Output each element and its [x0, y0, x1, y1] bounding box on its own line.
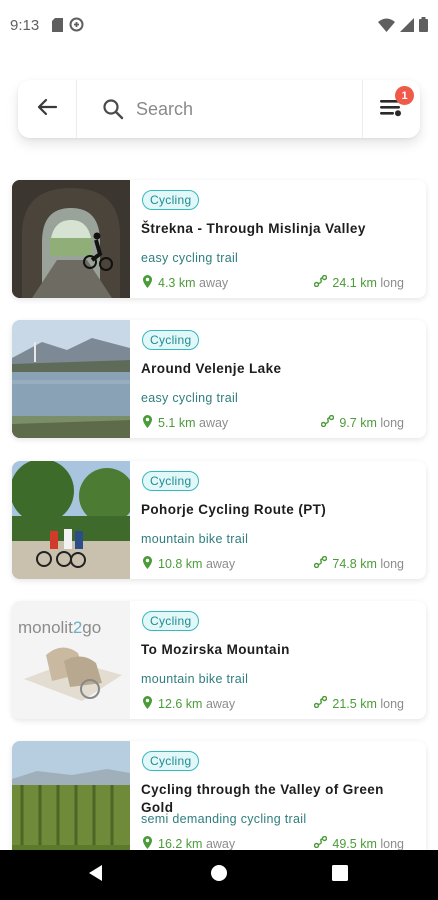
length-info: 49.5 km long [314, 835, 404, 851]
distance-value: 10.8 km [158, 557, 203, 571]
data-saver-icon [69, 17, 84, 37]
distance-value: 16.2 km [158, 837, 203, 851]
trail-photo [12, 741, 130, 859]
distance-value: 12.6 km [158, 697, 203, 711]
distance-info: 5.1 km away [143, 415, 228, 431]
distance-suffix: away [205, 557, 236, 571]
length-info: 9.7 km long [321, 414, 404, 430]
length-suffix: long [380, 836, 404, 851]
route-icon [314, 695, 328, 711]
arrow-back-icon [36, 96, 58, 123]
trail-photo [12, 180, 130, 298]
svg-text:monolit2go: monolit2go [18, 618, 101, 637]
trail-photo [12, 320, 130, 438]
search-icon [102, 98, 124, 125]
trail-type: easy cycling trail [141, 251, 239, 265]
length-suffix: long [380, 275, 404, 290]
triangle-back-icon [87, 864, 105, 887]
route-icon [314, 835, 328, 851]
distance-info: 10.8 km away [143, 556, 235, 572]
distance-suffix: away [205, 837, 236, 851]
location-pin-icon [143, 275, 152, 291]
filter-count-badge: 1 [395, 86, 414, 105]
length-value: 9.7 km [339, 415, 377, 430]
trail-title: Štrekna - Through Mislinja Valley [141, 221, 366, 236]
distance-info: 4.3 km away [143, 275, 228, 291]
route-icon [314, 274, 328, 290]
result-card[interactable]: Cycling Pohorje Cycling Route (PT) mount… [12, 461, 426, 579]
distance-value: 4.3 km [158, 276, 196, 290]
location-pin-icon [143, 696, 152, 712]
distance-suffix: away [205, 697, 236, 711]
length-value: 74.8 km [332, 556, 377, 571]
trail-type: semi demanding cycling trail [141, 812, 307, 826]
trail-type: mountain bike trail [141, 532, 249, 546]
distance-suffix: away [199, 276, 229, 290]
distance-value: 5.1 km [158, 416, 196, 430]
distance-info: 12.6 km away [143, 696, 235, 712]
length-info: 74.8 km long [314, 555, 404, 571]
route-icon [321, 414, 335, 430]
trail-photo [12, 461, 130, 579]
length-value: 24.1 km [332, 275, 377, 290]
nav-home-button[interactable] [189, 850, 249, 900]
length-suffix: long [380, 415, 404, 430]
search-bar: 1 [18, 80, 420, 138]
distance-suffix: away [199, 416, 229, 430]
category-chip: Cycling [142, 751, 200, 771]
back-button[interactable] [18, 80, 76, 138]
sd-card-icon [52, 17, 63, 37]
filter-button[interactable]: 1 [362, 80, 420, 138]
trail-title: Around Velenje Lake [141, 361, 282, 376]
category-chip: Cycling [142, 611, 200, 631]
length-value: 49.5 km [332, 836, 377, 851]
trail-title: To Mozirska Mountain [141, 642, 290, 657]
length-value: 21.5 km [332, 696, 377, 711]
category-chip: Cycling [142, 190, 200, 210]
length-suffix: long [380, 556, 404, 571]
battery-icon [419, 17, 428, 37]
route-icon [314, 555, 328, 571]
result-card[interactable]: Cycling Around Velenje Lake easy cycling… [12, 320, 426, 438]
search-input[interactable] [136, 94, 356, 124]
system-nav-bar [0, 850, 438, 900]
trail-photo: monolit2go [12, 601, 130, 719]
length-info: 24.1 km long [314, 274, 404, 290]
trail-type: easy cycling trail [141, 391, 239, 405]
status-time: 9:13 [10, 17, 40, 34]
signal-icon [400, 17, 414, 37]
nav-back-button[interactable] [66, 850, 126, 900]
location-pin-icon [143, 556, 152, 572]
category-chip: Cycling [142, 330, 200, 350]
wifi-icon [378, 18, 395, 37]
location-pin-icon [143, 415, 152, 431]
category-chip: Cycling [142, 471, 200, 491]
trail-type: mountain bike trail [141, 672, 249, 686]
length-suffix: long [380, 696, 404, 711]
result-card[interactable]: monolit2go Cycling To Mozirska Mountain … [12, 601, 426, 719]
length-info: 21.5 km long [314, 695, 404, 711]
divider [76, 80, 77, 138]
trail-title: Pohorje Cycling Route (PT) [141, 502, 327, 517]
result-card[interactable]: Cycling Cycling through the Valley of Gr… [12, 741, 426, 859]
nav-recents-button[interactable] [310, 850, 370, 900]
result-card[interactable]: Cycling Štrekna - Through Mislinja Valle… [12, 180, 426, 298]
square-recents-icon [332, 864, 348, 886]
circle-home-icon [210, 864, 228, 887]
status-bar: 9:13 [0, 0, 438, 52]
